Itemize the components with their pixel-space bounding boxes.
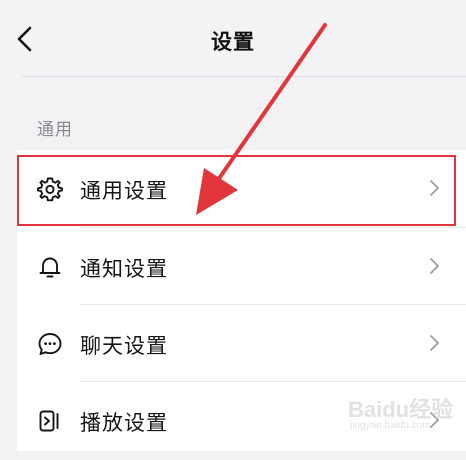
annotation-arrow-icon — [196, 23, 327, 215]
